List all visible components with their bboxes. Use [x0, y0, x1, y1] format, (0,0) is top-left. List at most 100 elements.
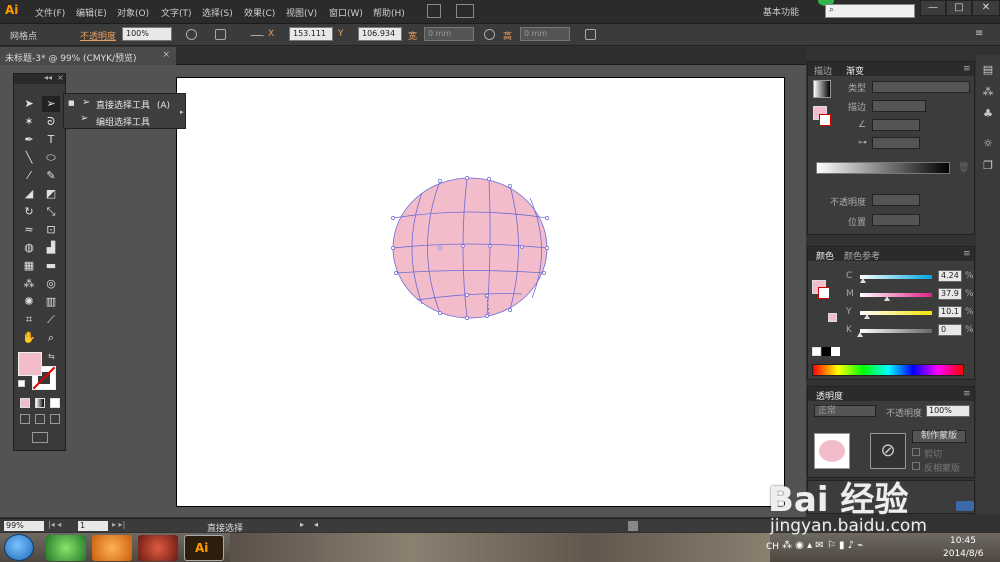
app-icon-orange[interactable]	[92, 535, 132, 561]
mesh-point[interactable]	[545, 246, 549, 250]
panel-menu-icon[interactable]: ≡	[963, 249, 971, 259]
slider-thumb[interactable]	[859, 278, 866, 283]
slice-tool-icon[interactable]: ⟋	[42, 312, 60, 328]
workspace-switcher[interactable]: 基本功能	[763, 5, 799, 18]
menu-edit[interactable]: 编辑(E)	[76, 6, 107, 19]
gradient-opacity-field[interactable]	[872, 194, 920, 206]
start-button[interactable]	[4, 534, 34, 561]
bridge-icon[interactable]	[427, 4, 441, 18]
reference-point-icon[interactable]	[215, 29, 226, 40]
symbol-sprayer-tool-icon[interactable]: ✺	[20, 294, 38, 310]
tools-panel-header[interactable]: ◂◂ ×	[14, 73, 65, 84]
menu-object[interactable]: 对象(O)	[117, 6, 149, 19]
artboard[interactable]	[176, 77, 785, 507]
scale-tool-icon[interactable]: ⤡	[42, 204, 60, 220]
draw-normal-icon[interactable]	[20, 414, 30, 424]
page-field[interactable]: 1	[78, 521, 108, 531]
arrange-documents-icon[interactable]	[456, 4, 474, 18]
channel-m-slider[interactable]	[860, 293, 932, 301]
mesh-point[interactable]	[461, 244, 465, 248]
maximize-button[interactable]: □	[946, 0, 972, 16]
mesh-point[interactable]	[520, 245, 524, 249]
mesh-point[interactable]	[391, 216, 395, 220]
height-field[interactable]: 0 mm	[520, 27, 570, 41]
hand-tool-icon[interactable]: ✋	[20, 330, 38, 346]
pen-tool-icon[interactable]: ✒	[20, 132, 38, 148]
rotate-tool-icon[interactable]: ↻	[20, 204, 38, 220]
mesh-point[interactable]	[545, 216, 549, 220]
eraser-tool-icon[interactable]: ◩	[42, 186, 60, 202]
free-transform-tool-icon[interactable]: ⊡	[42, 222, 60, 238]
aspect-field[interactable]	[872, 137, 920, 149]
close-button[interactable]: ✕	[972, 0, 1000, 16]
width-field[interactable]: 0 mm	[424, 27, 474, 41]
gradient-type-select[interactable]	[872, 81, 970, 93]
draw-behind-icon[interactable]	[35, 414, 45, 424]
tab-gradient[interactable]: 渐变	[846, 64, 864, 77]
fill-swatch[interactable]	[18, 352, 42, 376]
default-colors-icon[interactable]	[18, 380, 25, 387]
channel-y-slider[interactable]	[860, 311, 932, 319]
tray-icons[interactable]: ⁂ ◉ ▴ ✉ ⚐ ▮ ♪ ⌁	[782, 540, 863, 551]
column-graph-tool-icon[interactable]: ▥	[42, 294, 60, 310]
width-tool-icon[interactable]: ≈	[20, 222, 38, 238]
channel-k-slider[interactable]	[857, 329, 932, 337]
gradient-stroke-swatch[interactable]	[819, 114, 831, 126]
link-icon[interactable]	[484, 29, 495, 40]
opacity-field[interactable]: 100%	[122, 27, 172, 41]
panel-menu-icon[interactable]: ≡	[975, 28, 983, 39]
tab-color-guide[interactable]: 颜色参考	[844, 249, 880, 262]
type-tool-icon[interactable]: T	[42, 132, 60, 148]
gradient-tool-icon[interactable]: ▬	[42, 258, 60, 274]
x-field[interactable]: 153.111	[289, 27, 333, 41]
panel-menu-icon[interactable]: ≡	[963, 389, 971, 399]
appearance-icon[interactable]: ☼	[981, 137, 995, 151]
panel-menu-icon[interactable]: ≡	[963, 64, 971, 74]
magic-wand-tool-icon[interactable]: ✶	[20, 114, 38, 130]
mesh-ellipse[interactable]	[392, 177, 548, 319]
selection-tool-icon[interactable]: ➤	[20, 96, 38, 112]
mesh-point[interactable]	[542, 271, 546, 275]
swap-fill-stroke-icon[interactable]: ⇆	[48, 352, 55, 361]
gradient-preview[interactable]	[813, 80, 831, 98]
horizontal-scrollbar-thumb[interactable]	[628, 521, 638, 531]
draw-inside-icon[interactable]	[50, 414, 60, 424]
mesh-point[interactable]	[508, 184, 512, 188]
color-mode-icon[interactable]	[20, 398, 30, 408]
white-swatch[interactable]	[831, 347, 840, 356]
tab-stroke[interactable]: 描边	[814, 64, 832, 77]
collapse-icon[interactable]: ◂◂	[44, 73, 52, 82]
tab-transparency[interactable]: 透明度	[816, 389, 843, 402]
mesh-point[interactable]	[488, 244, 492, 248]
delete-stop-icon[interactable]: 🗑	[958, 163, 969, 173]
mesh-point[interactable]	[438, 311, 442, 315]
lasso-tool-icon[interactable]: ᘐ	[42, 114, 60, 130]
none-swatch[interactable]	[812, 347, 821, 356]
illustrator-taskbar-icon[interactable]: Ai	[184, 535, 224, 561]
transform-icon[interactable]	[585, 29, 596, 40]
tab-color[interactable]: 颜色	[816, 249, 834, 262]
mesh-point[interactable]	[438, 179, 442, 183]
channel-m-value[interactable]: 37.9	[938, 288, 962, 300]
mesh-point[interactable]	[394, 271, 398, 275]
close-tab-icon[interactable]: ×	[162, 50, 170, 60]
stroke-gradient-buttons[interactable]	[872, 100, 926, 112]
ime-indicator[interactable]: CH	[766, 542, 779, 552]
layers-icon[interactable]: ❐	[981, 159, 995, 173]
mesh-point[interactable]	[485, 314, 489, 318]
menu-help[interactable]: 帮助(H)	[373, 6, 405, 19]
menu-select[interactable]: 选择(S)	[202, 6, 233, 19]
mesh-point[interactable]	[508, 308, 512, 312]
eyedropper-tool-icon[interactable]: ⁂	[20, 276, 38, 292]
brushes-icon[interactable]: ⁂	[981, 85, 995, 99]
menu-view[interactable]: 视图(V)	[286, 6, 317, 19]
artboard-tool-icon[interactable]: ⌗	[20, 312, 38, 328]
gradient-position-field[interactable]	[872, 214, 920, 226]
slider-thumb[interactable]	[884, 296, 891, 301]
minimize-button[interactable]: —	[920, 0, 946, 16]
document-tab[interactable]: 未标题-3* @ 99% (CMYK/预览) ×	[0, 47, 176, 65]
none-mode-icon[interactable]	[50, 398, 60, 408]
menu-window[interactable]: 窗口(W)	[329, 6, 363, 19]
search-input[interactable]: ⌕	[825, 4, 915, 18]
mesh-point[interactable]	[465, 293, 469, 297]
